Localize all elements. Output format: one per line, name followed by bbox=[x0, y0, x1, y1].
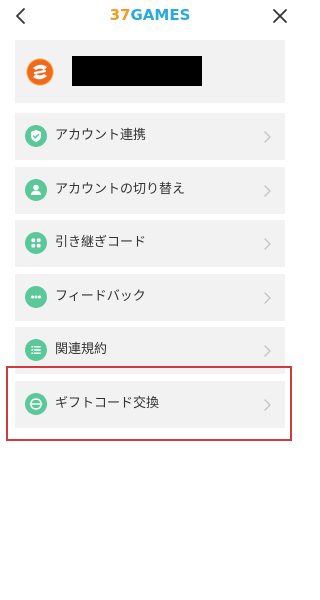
avatar bbox=[26, 58, 54, 86]
chevron-right-icon bbox=[264, 238, 271, 250]
menu-item-switch-account[interactable]: アカウントの切り替え bbox=[15, 167, 285, 214]
gift-exchange-icon bbox=[25, 393, 47, 415]
chevron-right-icon bbox=[264, 292, 271, 304]
menu-item-label: ギフトコード交換 bbox=[55, 396, 160, 411]
menu-item-transfer-code[interactable]: 引き継ぎコード bbox=[15, 220, 285, 267]
logo-number: 37 bbox=[109, 6, 131, 24]
menu-item-label: フィードバック bbox=[55, 289, 146, 304]
menu-item-terms[interactable]: 関連規約 bbox=[15, 327, 285, 374]
menu-item-label: アカウント連携 bbox=[55, 128, 147, 143]
menu-item-account-link[interactable]: アカウント連携 bbox=[15, 113, 285, 160]
grid-icon bbox=[25, 232, 47, 254]
shield-check-icon bbox=[25, 125, 47, 147]
top-bar: 37GAMES bbox=[0, 0, 300, 32]
ellipsis-icon bbox=[25, 286, 47, 308]
logo-word: GAMES bbox=[130, 6, 191, 24]
redacted-username bbox=[72, 56, 202, 86]
app-logo: 37GAMES bbox=[0, 5, 300, 25]
chevron-right-icon bbox=[264, 399, 271, 411]
close-icon bbox=[273, 9, 287, 23]
list-icon bbox=[25, 339, 47, 361]
menu-item-label: アカウントの切り替え bbox=[55, 182, 186, 197]
menu-item-gift-code[interactable]: ギフトコード交換 bbox=[15, 381, 285, 428]
chevron-right-icon bbox=[264, 131, 271, 143]
close-button[interactable] bbox=[270, 6, 290, 26]
chevron-right-icon bbox=[264, 185, 271, 197]
chevron-right-icon bbox=[264, 345, 271, 357]
menu-item-feedback[interactable]: フィードバック bbox=[15, 274, 285, 321]
profile-card bbox=[15, 40, 285, 103]
37games-logo-icon bbox=[26, 58, 54, 86]
menu-item-label: 引き継ぎコード bbox=[55, 235, 147, 250]
user-icon bbox=[25, 179, 47, 201]
menu-item-label: 関連規約 bbox=[55, 342, 108, 357]
